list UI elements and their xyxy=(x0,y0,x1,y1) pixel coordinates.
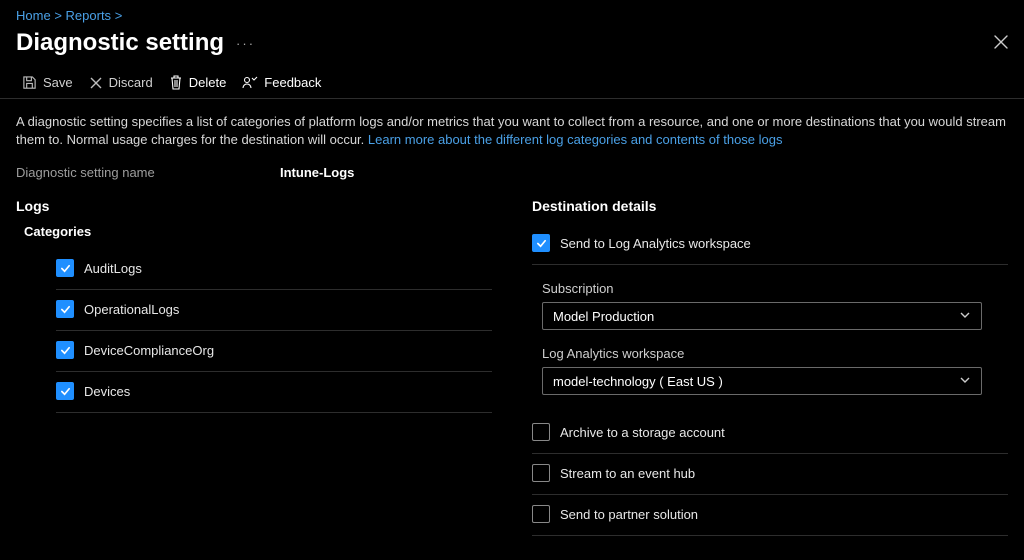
subscription-value: Model Production xyxy=(553,309,654,324)
more-menu-icon[interactable]: ··· xyxy=(236,36,255,51)
discard-icon xyxy=(89,76,103,90)
categories-label: Categories xyxy=(24,224,492,239)
log-category-label: DeviceComplianceOrg xyxy=(84,343,214,358)
checkbox-checked-icon[interactable] xyxy=(56,382,74,400)
workspace-label: Log Analytics workspace xyxy=(542,346,1008,361)
breadcrumb: Home > Reports > xyxy=(0,0,1024,27)
dest-send-law[interactable]: Send to Log Analytics workspace xyxy=(532,224,1008,265)
learn-more-link[interactable]: Learn more about the different log categ… xyxy=(368,132,783,147)
checkbox-icon[interactable] xyxy=(532,505,550,523)
log-category-operationallogs[interactable]: OperationalLogs xyxy=(56,290,492,331)
logs-column: Logs Categories AuditLogs OperationalLog… xyxy=(16,198,492,536)
dest-partner-label: Send to partner solution xyxy=(560,507,698,522)
logs-title: Logs xyxy=(16,198,492,214)
page-title: Diagnostic setting xyxy=(16,29,224,57)
feedback-label: Feedback xyxy=(264,75,321,90)
chevron-right-icon: > xyxy=(115,8,123,23)
log-category-label: OperationalLogs xyxy=(84,302,179,317)
log-category-label: Devices xyxy=(84,384,130,399)
dest-send-law-label: Send to Log Analytics workspace xyxy=(560,236,751,251)
destination-column: Destination details Send to Log Analytic… xyxy=(532,198,1008,536)
log-category-devicecomplianceorg[interactable]: DeviceComplianceOrg xyxy=(56,331,492,372)
chevron-down-icon xyxy=(959,374,971,389)
checkbox-icon[interactable] xyxy=(532,423,550,441)
subscription-select[interactable]: Model Production xyxy=(542,302,982,330)
name-field-label: Diagnostic setting name xyxy=(16,165,256,180)
dest-stream-eventhub[interactable]: Stream to an event hub xyxy=(532,454,1008,495)
discard-button[interactable]: Discard xyxy=(89,75,153,90)
workspace-select[interactable]: model-technology ( East US ) xyxy=(542,367,982,395)
log-category-label: AuditLogs xyxy=(84,261,142,276)
description: A diagnostic setting specifies a list of… xyxy=(0,99,1024,155)
subscription-label: Subscription xyxy=(542,281,1008,296)
feedback-icon xyxy=(242,75,258,90)
save-icon xyxy=(22,75,37,90)
title-row: Diagnostic setting ··· xyxy=(0,27,1024,69)
checkbox-checked-icon[interactable] xyxy=(56,300,74,318)
delete-button[interactable]: Delete xyxy=(169,75,227,90)
checkbox-icon[interactable] xyxy=(532,464,550,482)
breadcrumb-home[interactable]: Home xyxy=(16,8,51,23)
breadcrumb-reports[interactable]: Reports xyxy=(66,8,112,23)
workspace-value: model-technology ( East US ) xyxy=(553,374,723,389)
name-field-row: Diagnostic setting name xyxy=(0,155,1024,192)
save-label: Save xyxy=(43,75,73,90)
checkbox-checked-icon[interactable] xyxy=(56,341,74,359)
name-field-input[interactable] xyxy=(276,163,476,182)
toolbar: Save Discard Delete Feedback xyxy=(0,69,1024,99)
chevron-right-icon: > xyxy=(54,8,62,23)
dest-partner-solution[interactable]: Send to partner solution xyxy=(532,495,1008,536)
chevron-down-icon xyxy=(959,309,971,324)
close-icon[interactable] xyxy=(994,33,1008,54)
feedback-button[interactable]: Feedback xyxy=(242,75,321,90)
delete-label: Delete xyxy=(189,75,227,90)
dest-archive-storage[interactable]: Archive to a storage account xyxy=(532,413,1008,454)
dest-stream-label: Stream to an event hub xyxy=(560,466,695,481)
discard-label: Discard xyxy=(109,75,153,90)
checkbox-checked-icon[interactable] xyxy=(532,234,550,252)
checkbox-checked-icon[interactable] xyxy=(56,259,74,277)
log-category-devices[interactable]: Devices xyxy=(56,372,492,413)
save-button[interactable]: Save xyxy=(22,75,73,90)
log-category-auditlogs[interactable]: AuditLogs xyxy=(56,249,492,290)
destination-title: Destination details xyxy=(532,198,1008,214)
delete-icon xyxy=(169,75,183,90)
dest-archive-label: Archive to a storage account xyxy=(560,425,725,440)
